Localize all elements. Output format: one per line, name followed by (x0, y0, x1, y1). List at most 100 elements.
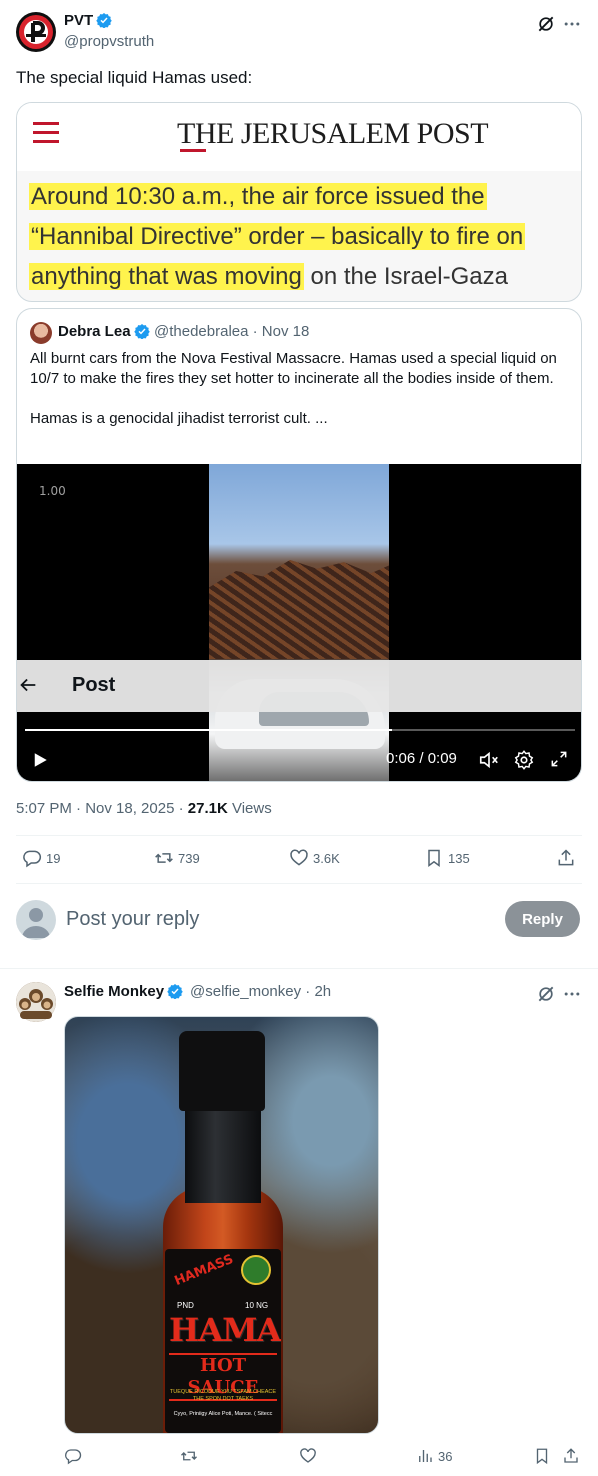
author-avatar[interactable] (16, 12, 56, 52)
playback-speed: 1.00 (39, 484, 66, 498)
reply-input[interactable]: Post your reply (66, 908, 199, 931)
label-brand: HAMASS (172, 1251, 236, 1290)
reply-share-button[interactable] (562, 1447, 580, 1465)
reply-time[interactable]: · 2h (301, 983, 331, 1000)
bottle-label: HAMASS PND 10 NG HAMAS HOT SAUCE TUEQUE … (165, 1249, 281, 1433)
quoted-post[interactable]: Debra Lea @thedebralea · Nov 18 All burn… (16, 308, 582, 782)
monkey-avatar-icon (16, 982, 56, 1022)
mute-icon[interactable] (478, 749, 500, 771)
jp-logo-underline (180, 149, 206, 152)
video-frame (209, 464, 389, 781)
reply-like-button[interactable] (299, 1447, 317, 1465)
share-icon (564, 1448, 578, 1463)
video-time: 0:06 / 0:09 (386, 750, 457, 767)
bookmark-icon (536, 1448, 548, 1465)
reply-submit-button[interactable]: Reply (505, 901, 580, 937)
author-handle[interactable]: @propvstruth (64, 33, 154, 50)
divider (16, 835, 582, 836)
label-small-text-1: TUEQUE RICODUE YIIU TSFAM CHEACE THE SPO… (169, 1389, 277, 1402)
tweet-meta: 5:07 PM · Nov 18, 2025 · 27.1K Views (16, 800, 272, 817)
video-player[interactable]: 1.00 Post 0:06 / 0:09 (17, 464, 581, 781)
quote-handle-row: @thedebralea · Nov 18 (154, 323, 309, 340)
like-icon (300, 1448, 316, 1463)
reply-bookmark-button[interactable] (533, 1447, 551, 1465)
quote-text: All burnt cars from the Nova Festival Ma… (30, 349, 572, 449)
label-badge (241, 1255, 271, 1285)
play-icon[interactable] (31, 751, 49, 769)
post-overlay-bar: Post (17, 660, 581, 712)
bookmark-button[interactable]: 135 (424, 848, 470, 868)
jp-line-2: “Hannibal Directive” order – basically t… (29, 223, 526, 250)
jp-line-1: Around 10:30 a.m., the air force issued … (29, 183, 487, 210)
bookmark-icon (428, 849, 440, 867)
quote-author-row[interactable]: Debra Lea (58, 323, 150, 340)
default-avatar-icon (22, 908, 50, 938)
divider (16, 883, 582, 884)
label-ng: 10 NG (245, 1301, 269, 1310)
label-small-text-2: Cyyo, Priniigy Alice Poti, Mance. ( Site… (173, 1411, 273, 1417)
divider (0, 968, 598, 969)
repost-button[interactable]: 739 (154, 848, 200, 868)
repost-count: 739 (178, 850, 200, 866)
more-icon[interactable] (562, 14, 582, 34)
reply-views-button[interactable]: 36 (416, 1447, 452, 1465)
tweet-image[interactable]: THE JERUSALEM POST Around 10:30 a.m., th… (16, 102, 582, 302)
quote-paragraph-2: Hamas is a genocidal jihadist terrorist … (30, 410, 328, 427)
more-icon[interactable] (562, 984, 582, 1004)
grok-icon[interactable] (536, 984, 556, 1004)
tweet-text: The special liquid Hamas used: (16, 68, 253, 87)
quote-date: · Nov 18 (248, 323, 310, 340)
verified-icon (167, 984, 183, 999)
jp-logo: THE JERUSALEM POST (177, 117, 489, 150)
label-pnd: PND (177, 1301, 194, 1310)
jp-article-text: Around 10:30 a.m., the air force issued … (29, 177, 581, 297)
reply-button[interactable]: 19 (22, 848, 60, 868)
views-count: 27.1K (187, 800, 228, 817)
repost-icon (181, 1451, 197, 1461)
post-overlay-title: Post (72, 674, 116, 696)
share-button[interactable] (556, 848, 576, 868)
settings-icon[interactable] (513, 749, 535, 771)
video-progress[interactable] (25, 729, 575, 731)
label-name: HAMAS (169, 1311, 281, 1349)
jp-line-3-highlight: anything that was moving (29, 263, 304, 290)
reply-image[interactable]: HAMASS PND 10 NG HAMAS HOT SAUCE TUEQUE … (64, 1016, 379, 1434)
views-icon (419, 1450, 432, 1462)
bookmark-count: 135 (448, 850, 470, 866)
quote-avatar[interactable] (30, 322, 52, 344)
video-progress-fill (25, 729, 392, 731)
quote-paragraph-1: All burnt cars from the Nova Festival Ma… (30, 350, 557, 387)
quote-author-handle[interactable]: @thedebralea (154, 323, 248, 340)
grok-icon[interactable] (536, 14, 556, 34)
reply-author-row[interactable]: Selfie Monkey (64, 983, 183, 1000)
reply-reply-button[interactable] (64, 1447, 82, 1465)
like-count: 3.6K (313, 850, 340, 866)
scrap-pile (209, 560, 389, 659)
author-name-row[interactable]: PVT (64, 12, 112, 29)
reply-author-avatar[interactable] (16, 982, 56, 1022)
back-arrow-icon[interactable] (17, 674, 39, 696)
repost-icon (155, 853, 173, 863)
pvt-logo-icon (19, 15, 53, 49)
tweet-timestamp[interactable]: 5:07 PM · Nov 18, 2025 · (16, 800, 188, 817)
author-name[interactable]: PVT (64, 12, 93, 29)
like-icon (290, 849, 308, 866)
share-icon (558, 849, 574, 866)
views-label: Views (227, 800, 272, 817)
reply-author-handle[interactable]: @selfie_monkey (190, 983, 301, 1000)
reply-author-name[interactable]: Selfie Monkey (64, 983, 164, 1000)
jp-line-3-rest: on the Israel-Gaza (303, 263, 508, 290)
reply-repost-button[interactable] (180, 1447, 198, 1465)
reply-icon (23, 850, 42, 868)
fullscreen-icon[interactable] (549, 749, 569, 769)
verified-icon (96, 13, 112, 28)
jp-header: THE JERUSALEM POST (17, 103, 581, 171)
reply-views-count: 36 (438, 1448, 453, 1464)
bottle-neck (185, 1107, 261, 1203)
user-avatar[interactable] (16, 900, 56, 940)
bottle-cap (179, 1031, 265, 1111)
quote-author-name[interactable]: Debra Lea (58, 323, 131, 340)
menu-icon (33, 122, 59, 143)
like-button[interactable]: 3.6K (289, 848, 340, 868)
verified-icon (133, 324, 150, 339)
